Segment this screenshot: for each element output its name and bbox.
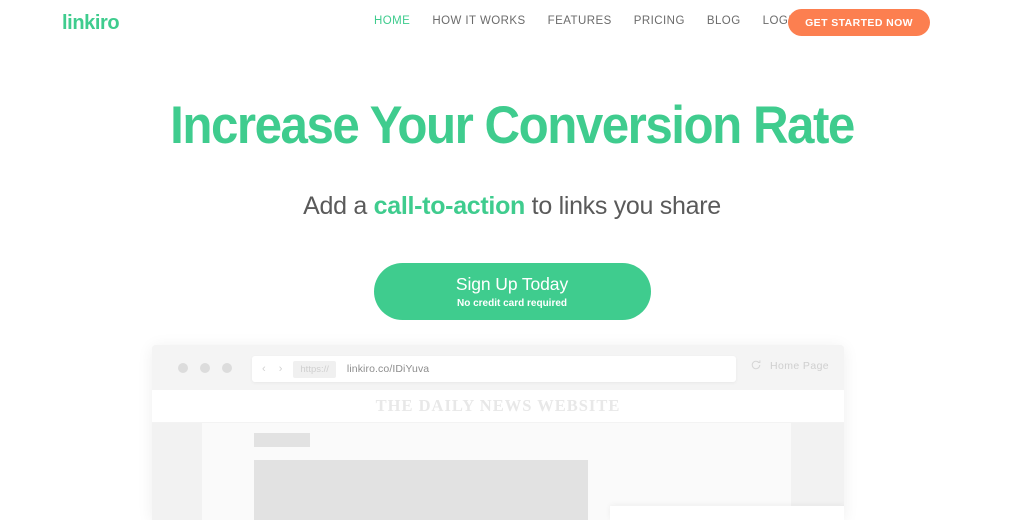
subtitle-accent: call-to-action [373,192,526,220]
address-bar[interactable]: ‹ › https:// linkiro.co/IDiYuva [252,356,736,382]
https-badge: https:// [293,360,336,378]
reload-icon[interactable] [750,358,762,370]
sign-up-button[interactable]: Sign Up Today No credit card required [373,263,651,320]
page-title: Increase Your Conversion Rate [170,96,855,155]
browser-chrome: ‹ › https:// linkiro.co/IDiYuva Home Pag… [152,345,844,390]
nav-link-features[interactable]: FEATURES [548,15,612,27]
window-controls [178,362,232,373]
sign-up-note: No credit card required [456,298,568,309]
mock-left-rail [152,423,202,520]
url-text: linkiro.co/IDiYuva [346,363,430,375]
mock-page-body [152,423,844,520]
cta-widget-overlay[interactable] [610,506,844,520]
minimize-dot-icon [200,362,210,373]
get-started-button[interactable]: GET STARTED NOW [788,9,930,36]
maximize-dot-icon [222,362,232,373]
hero-subtitle: Add a call-to-action to links you share [0,192,1024,221]
page-label: Home Page [770,360,830,372]
subtitle-part-before: Add a [303,192,374,220]
logo[interactable]: linkiro [62,12,120,35]
mock-image-placeholder [254,460,588,520]
main-nav: HOME HOW IT WORKS FEATURES PRICING BLOG … [374,15,823,27]
sign-up-label: Sign Up Today [455,274,569,294]
nav-link-pricing[interactable]: PRICING [634,15,685,27]
nav-link-how-it-works[interactable]: HOW IT WORKS [432,15,525,27]
nav-link-home[interactable]: HOME [374,15,410,27]
nav-link-blog[interactable]: BLOG [707,15,741,27]
mock-text-placeholder [254,433,310,447]
close-dot-icon [178,362,188,373]
top-navbar: linkiro HOME HOW IT WORKS FEATURES PRICI… [0,0,1024,46]
browser-mockup: ‹ › https:// linkiro.co/IDiYuva Home Pag… [152,345,844,520]
mock-left-gutter [202,423,254,520]
subtitle-part-after: to links you share [525,192,721,220]
mock-site-title: THE DAILY NEWS WEBSITE [375,396,621,415]
back-forward-arrows-icon[interactable]: ‹ › [262,363,287,375]
mock-page-header: THE DAILY NEWS WEBSITE [152,390,844,423]
hero-section: Increase Your Conversion Rate Add a call… [0,99,1024,320]
